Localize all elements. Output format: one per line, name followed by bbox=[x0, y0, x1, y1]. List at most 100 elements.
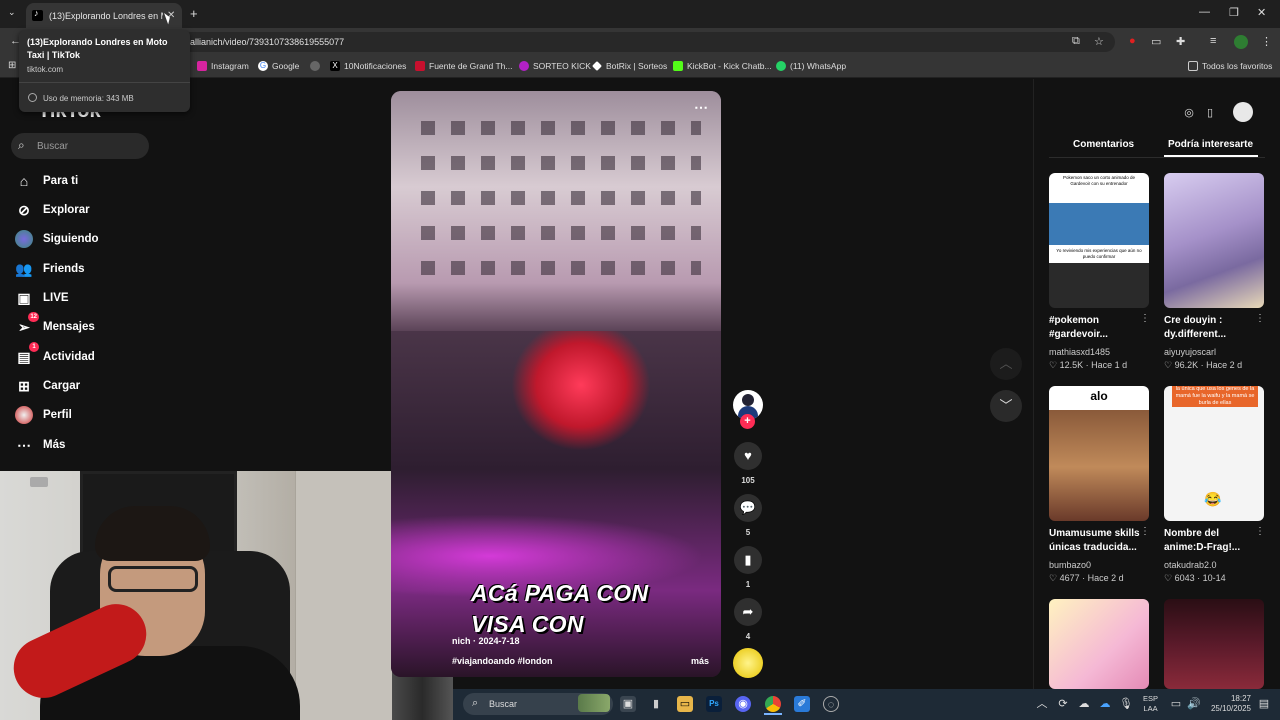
video-caption-overlay: ACá PAGA CON VISA CON bbox=[471, 580, 649, 637]
item-more-icon[interactable]: ⋮ bbox=[1255, 313, 1265, 324]
inbox-icon: ▤ 1 bbox=[15, 342, 39, 366]
item-more-icon[interactable]: ⋮ bbox=[1255, 526, 1265, 537]
video-title[interactable]: Cre douyin : dy.different... bbox=[1164, 314, 1256, 342]
more-link[interactable]: más bbox=[691, 656, 709, 666]
onedrive-icon[interactable]: ☁ bbox=[1076, 696, 1092, 712]
video-stats: ♡ 96.2K · Hace 2 d bbox=[1164, 360, 1243, 370]
address-text[interactable]: allianich/video/7393107338619555077 bbox=[190, 37, 344, 47]
video-thumbnail[interactable] bbox=[1164, 173, 1264, 308]
bookmark-google[interactable]: G Google bbox=[258, 61, 299, 71]
following-avatar-icon bbox=[15, 230, 33, 248]
extensions-puzzle-icon[interactable]: ✚ bbox=[1176, 35, 1185, 48]
music-disc-icon[interactable] bbox=[733, 648, 763, 678]
tab-search-icon[interactable]: ⌄ bbox=[8, 7, 16, 18]
next-video-arrow-icon[interactable]: ﹀ bbox=[990, 390, 1022, 422]
nav-explorar[interactable]: ⊘ Explorar bbox=[15, 199, 90, 221]
app-icon[interactable]: ▮ bbox=[648, 696, 664, 712]
like-heart-icon[interactable]: ♥ bbox=[734, 442, 762, 470]
nav-live[interactable]: ▣ LIVE bbox=[15, 287, 68, 309]
app-circle-icon[interactable]: ◌ bbox=[823, 696, 839, 712]
volume-icon[interactable]: 🔊 bbox=[1186, 696, 1202, 712]
video-author-date[interactable]: nich · 2024-7-18 bbox=[452, 636, 520, 646]
task-view-icon[interactable]: ▣ bbox=[620, 696, 636, 712]
video-thumbnail[interactable]: la única que usa los genes de la mamá fu… bbox=[1164, 386, 1264, 521]
close-window-icon[interactable]: ✕ bbox=[1257, 6, 1266, 19]
video-title[interactable]: Nombre del anime:D-Frag!... bbox=[1164, 527, 1256, 555]
maximize-icon[interactable]: ❐ bbox=[1229, 6, 1239, 19]
photoshop-icon[interactable]: Ps bbox=[706, 696, 722, 712]
nav-friends[interactable]: 👥 Friends bbox=[15, 258, 84, 280]
discord-icon[interactable]: ◉ bbox=[735, 696, 751, 712]
search-input[interactable] bbox=[11, 133, 149, 159]
home-icon: ⌂ bbox=[19, 173, 29, 189]
all-favorites[interactable]: Todos los favoritos bbox=[1188, 61, 1272, 71]
video-user[interactable]: otakudrab2.0 bbox=[1164, 560, 1217, 570]
messages-badge: 12 bbox=[28, 312, 39, 322]
tray-cloud-icon[interactable]: ☁ bbox=[1097, 696, 1113, 712]
video-thumbnail[interactable] bbox=[1164, 599, 1264, 689]
bookmark-x[interactable]: X 10Notificaciones bbox=[330, 61, 406, 71]
nav-perfil[interactable]: Perfil bbox=[15, 404, 72, 426]
profile-avatar-icon bbox=[15, 406, 33, 424]
tiktok-favicon-icon bbox=[32, 8, 43, 21]
device-icon[interactable]: ▯ bbox=[1201, 104, 1219, 122]
nav-actividad[interactable]: ▤ 1 Actividad bbox=[15, 342, 95, 368]
tray-chevron-icon[interactable]: ︿ bbox=[1034, 696, 1050, 712]
nav-siguiendo[interactable]: Siguiendo bbox=[15, 228, 99, 250]
bookmark-icon[interactable]: ▮ bbox=[734, 546, 762, 574]
clock[interactable]: 18:27 25/10/2025 bbox=[1205, 694, 1251, 714]
bookmark-globe[interactable] bbox=[310, 61, 324, 71]
nav-cargar[interactable]: ⊞ Cargar bbox=[15, 375, 80, 397]
nav-para-ti[interactable]: ⌂ Para ti bbox=[15, 170, 78, 192]
tray-app-icon[interactable]: ⟳ bbox=[1055, 696, 1071, 712]
video-title[interactable]: Umamusume skills únicas traducida... bbox=[1049, 527, 1141, 555]
minimize-icon[interactable]: — bbox=[1199, 6, 1210, 18]
network-icon[interactable]: ▭ bbox=[1168, 696, 1184, 712]
new-tab-button[interactable]: + bbox=[190, 6, 198, 21]
file-explorer-icon[interactable]: ▭ bbox=[677, 696, 693, 712]
follow-plus-icon[interactable]: + bbox=[740, 414, 755, 429]
notifications-icon[interactable]: ▤ bbox=[1256, 696, 1272, 712]
video-thumbnail[interactable]: Pokemon saco un corto animado de Gardevo… bbox=[1049, 173, 1149, 308]
search-placeholder: Buscar bbox=[37, 141, 69, 152]
microphone-icon[interactable]: 🎙 bbox=[1118, 696, 1134, 712]
tab-comentarios[interactable]: Comentarios bbox=[1073, 139, 1134, 150]
extension-card-icon[interactable]: ▭ bbox=[1151, 35, 1161, 48]
language-indicator[interactable]: ESP LAA bbox=[1143, 694, 1158, 714]
comment-icon[interactable]: 💬 bbox=[734, 494, 762, 522]
plus-square-icon: ⊞ bbox=[18, 377, 30, 394]
app-blue-icon[interactable]: ✐ bbox=[794, 696, 810, 712]
video-hashtags[interactable]: #viajandoando #london bbox=[452, 656, 553, 666]
nav-mas[interactable]: ⋯ Más bbox=[15, 434, 65, 456]
nav-mensajes[interactable]: ➢ 12 Mensajes bbox=[15, 312, 95, 338]
item-more-icon[interactable]: ⋮ bbox=[1140, 313, 1150, 324]
coins-icon[interactable]: ◎ bbox=[1180, 104, 1198, 122]
bookmark-gta[interactable]: Fuente de Grand Th... bbox=[415, 61, 512, 71]
video-more-icon[interactable]: ⋯ bbox=[694, 99, 708, 116]
profile-avatar-icon[interactable] bbox=[1234, 35, 1248, 49]
apps-grid-icon[interactable]: ⊞ bbox=[8, 60, 16, 71]
share-icon[interactable]: ➦ bbox=[734, 598, 762, 626]
bookmark-star-icon[interactable]: ☆ bbox=[1094, 35, 1104, 48]
bookmark-botrix[interactable]: BotRix | Sorteos bbox=[592, 61, 667, 71]
browser-tab[interactable]: (13)Explorando Londres en Mo ✕ bbox=[26, 3, 182, 28]
chrome-icon[interactable] bbox=[765, 696, 781, 712]
bookmark-instagram[interactable]: Instagram bbox=[197, 61, 249, 71]
bookmark-kickbot[interactable]: KickBot - Kick Chatb... bbox=[673, 61, 772, 71]
chrome-menu-icon[interactable]: ⋮ bbox=[1261, 35, 1272, 48]
video-user[interactable]: mathiasxd1485 bbox=[1049, 347, 1110, 357]
bookmark-whatsapp[interactable]: (11) WhatsApp bbox=[776, 61, 846, 71]
video-user[interactable]: aiyuyujoscarl bbox=[1164, 347, 1216, 357]
reading-list-icon[interactable]: ≡ bbox=[1210, 35, 1216, 47]
previous-video-arrow-icon[interactable]: ︿ bbox=[990, 348, 1022, 380]
item-more-icon[interactable]: ⋮ bbox=[1140, 526, 1150, 537]
video-user[interactable]: bumbazo0 bbox=[1049, 560, 1091, 570]
install-app-icon[interactable]: ⧉ bbox=[1072, 35, 1080, 48]
video-thumbnail[interactable] bbox=[1049, 599, 1149, 689]
tab-podria-interesarte[interactable]: Podría interesarte bbox=[1168, 139, 1253, 150]
video-title[interactable]: #pokemon #gardevoir... bbox=[1049, 314, 1141, 342]
extension-red-icon[interactable]: ● bbox=[1129, 35, 1136, 47]
user-avatar-icon[interactable] bbox=[1233, 102, 1253, 122]
video-thumbnail[interactable]: alo bbox=[1049, 386, 1149, 521]
bookmark-sorteo-kick[interactable]: SORTEO KICK bbox=[519, 61, 591, 71]
